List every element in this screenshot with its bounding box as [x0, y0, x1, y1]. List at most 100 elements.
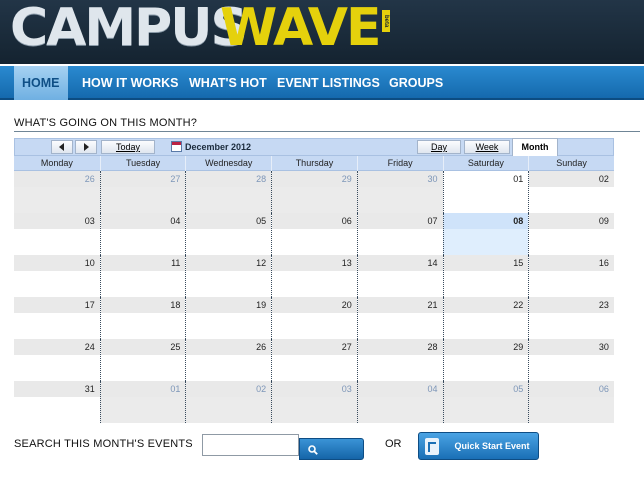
- calendar-day-cell[interactable]: 04: [99, 213, 186, 255]
- calendar-day-cell[interactable]: 13: [271, 255, 357, 297]
- day-number: 18: [100, 297, 186, 313]
- nav-event-listings[interactable]: EVENT LISTINGS: [269, 66, 388, 100]
- or-label: OR: [385, 438, 402, 450]
- search-input[interactable]: [202, 434, 299, 456]
- day-number: 01: [100, 381, 186, 397]
- day-number: 21: [357, 297, 443, 313]
- next-month-button[interactable]: [75, 140, 97, 154]
- calendar-day-cell[interactable]: 21: [356, 297, 443, 339]
- day-number: 24: [14, 339, 100, 355]
- calendar-day-cell[interactable]: 28: [185, 171, 272, 213]
- calendar-day-cell[interactable]: 23: [528, 297, 614, 339]
- nav-groups[interactable]: GROUPS: [381, 66, 451, 100]
- calendar-day-cell[interactable]: 05: [185, 213, 272, 255]
- calendar-day-cell[interactable]: 27: [99, 171, 186, 213]
- day-number: 29: [272, 171, 357, 187]
- calendar-day-cell[interactable]: 03: [271, 381, 357, 423]
- today-button[interactable]: Today: [101, 140, 155, 154]
- calendar-week-row: 24 25 26 27 28 29 30: [14, 339, 614, 381]
- chevron-right-icon: [84, 143, 89, 151]
- calendar-day-cell[interactable]: 31: [14, 381, 100, 423]
- view-day-button[interactable]: Day: [417, 140, 461, 154]
- day-number: 17: [14, 297, 100, 313]
- calendar-day-cell[interactable]: 15: [442, 255, 529, 297]
- day-number: 03: [272, 381, 357, 397]
- day-number: 30: [357, 171, 443, 187]
- calendar-day-cell[interactable]: 18: [99, 297, 186, 339]
- calendar-day-cell[interactable]: 27: [271, 339, 357, 381]
- day-number: 16: [529, 255, 614, 271]
- view-month-button[interactable]: Month: [512, 138, 558, 156]
- search-button[interactable]: [299, 438, 364, 460]
- calendar-day-cell[interactable]: 06: [528, 381, 614, 423]
- calendar-day-cell[interactable]: 01: [442, 171, 529, 213]
- quick-start-event-button[interactable]: Quick Start Event: [418, 432, 539, 460]
- main-nav: HOME HOW IT WORKS WHAT'S HOT EVENT LISTI…: [0, 66, 644, 100]
- calendar-day-cell[interactable]: 10: [14, 255, 100, 297]
- day-number: 10: [14, 255, 100, 271]
- weekday-header: Tuesday: [99, 156, 186, 171]
- day-number: 30: [529, 339, 614, 355]
- calendar-day-cell[interactable]: 12: [185, 255, 272, 297]
- day-number: 09: [529, 213, 614, 229]
- calendar-day-cell[interactable]: 16: [528, 255, 614, 297]
- day-number: 27: [272, 339, 357, 355]
- calendar-day-cell[interactable]: 09: [528, 213, 614, 255]
- calendar-day-cell[interactable]: 04: [356, 381, 443, 423]
- day-number: 04: [100, 213, 186, 229]
- calendar-day-cell[interactable]: 06: [271, 213, 357, 255]
- calendar-day-cell[interactable]: 01: [99, 381, 186, 423]
- calendar-day-cell[interactable]: 30: [356, 171, 443, 213]
- nav-home[interactable]: HOME: [14, 66, 68, 100]
- calendar-weeks: 26 27 28 29 30 01 02 03 04 05 06 07 08 09 10 11 12 13 14 15…: [14, 171, 614, 423]
- calendar-week-row: 26 27 28 29 30 01 02: [14, 171, 614, 213]
- day-number: 26: [186, 339, 272, 355]
- calendar-day-cell[interactable]: 24: [14, 339, 100, 381]
- calendar-icon: [171, 141, 182, 152]
- day-number: 04: [357, 381, 443, 397]
- day-number: 11: [100, 255, 186, 271]
- calendar-day-cell[interactable]: 05: [442, 381, 529, 423]
- day-number: 29: [443, 339, 529, 355]
- calendar-day-cell[interactable]: 25: [99, 339, 186, 381]
- day-number: 05: [443, 381, 529, 397]
- view-week-button[interactable]: Week: [464, 140, 510, 154]
- calendar-day-cell[interactable]: 26: [14, 171, 100, 213]
- calendar-day-cell[interactable]: 11: [99, 255, 186, 297]
- calendar-day-cell[interactable]: 20: [271, 297, 357, 339]
- calendar-day-cell[interactable]: 22: [442, 297, 529, 339]
- calendar-day-cell[interactable]: 29: [271, 171, 357, 213]
- day-number: 08: [443, 213, 529, 229]
- day-number: 25: [100, 339, 186, 355]
- nav-whats-hot[interactable]: WHAT'S HOT: [181, 66, 275, 100]
- search-icon: [308, 445, 318, 455]
- calendar-day-cell[interactable]: 17: [14, 297, 100, 339]
- calendar-day-cell[interactable]: 19: [185, 297, 272, 339]
- beta-badge: beta: [382, 10, 390, 32]
- calendar-day-cell[interactable]: 29: [442, 339, 529, 381]
- calendar-day-cell[interactable]: 30: [528, 339, 614, 381]
- day-number: 07: [357, 213, 443, 229]
- calendar-day-cell[interactable]: 28: [356, 339, 443, 381]
- calendar-week-row: 31 01 02 03 04 05 06: [14, 381, 614, 423]
- calendar-day-cell[interactable]: 02: [528, 171, 614, 213]
- day-number: 20: [272, 297, 357, 313]
- nav-how-it-works[interactable]: HOW IT WORKS: [74, 66, 187, 100]
- calendar-day-cell[interactable]: 14: [356, 255, 443, 297]
- weekday-header: Sunday: [528, 156, 614, 171]
- weekday-header-row: Monday Tuesday Wednesday Thursday Friday…: [14, 156, 614, 171]
- logo-text-campus: CAMPUS: [10, 0, 248, 58]
- calendar-day-cell[interactable]: 02: [185, 381, 272, 423]
- day-number: 01: [443, 171, 529, 187]
- calendar-day-cell[interactable]: 03: [14, 213, 100, 255]
- calendar-day-cell-today[interactable]: 08: [442, 213, 529, 255]
- current-month-label[interactable]: December 2012: [171, 140, 251, 154]
- day-number: 28: [357, 339, 443, 355]
- logo-text-wave: WAVE: [220, 0, 382, 58]
- day-number: 15: [443, 255, 529, 271]
- prev-month-button[interactable]: [51, 140, 73, 154]
- search-label: SEARCH THIS MONTH'S EVENTS: [14, 438, 193, 450]
- section-title: WHAT'S GOING ON THIS MONTH?: [14, 117, 640, 132]
- calendar-day-cell[interactable]: 26: [185, 339, 272, 381]
- calendar-day-cell[interactable]: 07: [356, 213, 443, 255]
